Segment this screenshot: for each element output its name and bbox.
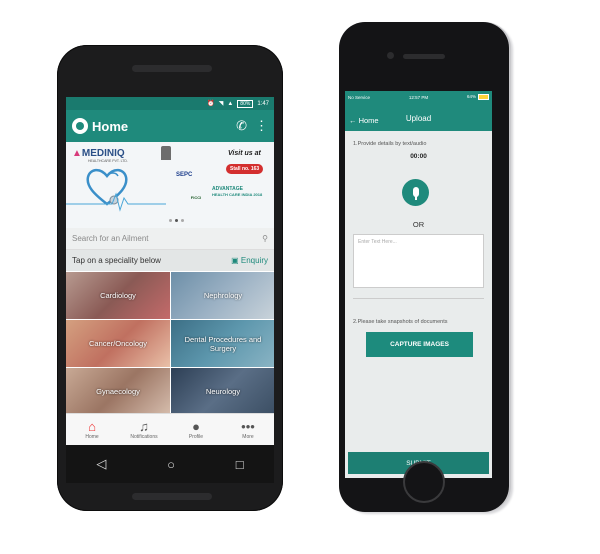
tile-label: Gynaecology	[96, 387, 140, 396]
nav-label: Notifications	[130, 434, 158, 440]
signal-icon: ▲	[227, 100, 234, 107]
battery-percent: 64%	[466, 94, 476, 100]
tile-label: Cancer/Oncology	[89, 339, 147, 348]
iphone-nav-bar: ← Home Upload	[345, 103, 492, 131]
step1-label: 1.Provide details by text/audio	[353, 141, 427, 147]
page-title: Home	[92, 118, 129, 134]
profile-icon: ●	[192, 419, 200, 434]
android-status-bar: ⏰ ◥ ▲ 80% 1:47	[66, 97, 274, 110]
sepc-logo: SEPC	[176, 172, 193, 178]
tile-label: Cardiology	[100, 291, 136, 300]
wifi-icon: ◥	[218, 101, 224, 107]
iphone-screen: No Service 12:57 PM 64% ← Home Upload 1.…	[345, 91, 492, 478]
microphone-icon	[412, 186, 419, 197]
front-camera	[387, 52, 394, 59]
nav-profile[interactable]: ● Profile	[170, 414, 222, 446]
android-phone: ⏰ ◥ ▲ 80% 1:47 Home ✆ ⋮ ▲MEDINIQ HEALTHC…	[57, 45, 283, 511]
nav-label: Profile	[188, 434, 204, 440]
earpiece	[403, 54, 445, 59]
tile-label: Nephrology	[203, 291, 243, 300]
ailment-search-input[interactable]: Search for an Ailment ⚲	[66, 228, 274, 250]
iphone-status-bar: No Service 12:57 PM 64%	[345, 91, 492, 103]
speciality-tile-dental[interactable]: Dental Procedures and Surgery	[171, 320, 274, 367]
speciality-tile-oncology[interactable]: Cancer/Oncology	[66, 320, 170, 367]
android-screen: ⏰ ◥ ▲ 80% 1:47 Home ✆ ⋮ ▲MEDINIQ HEALTHC…	[66, 97, 274, 483]
enquiry-icon: ▣	[231, 256, 239, 265]
upload-title: Upload	[405, 114, 432, 123]
system-navigation: ◁ ○ □	[66, 445, 274, 483]
banner-stall-badge: Stall no. 163	[226, 164, 264, 174]
home-circle-icon[interactable]: ○	[167, 457, 175, 472]
section-divider	[353, 298, 484, 299]
tile-label: Neurology	[205, 387, 241, 396]
ecg-line-icon	[66, 192, 166, 212]
banner-visit-text: Visit us at	[228, 150, 261, 157]
advantage-sub: HEALTH CARE INDIA 2018	[212, 192, 263, 197]
speciality-tile-gynaecology[interactable]: Gynaecology	[66, 368, 170, 415]
advantage-logo: ADVANTAGE HEALTH CARE INDIA 2018	[212, 186, 262, 198]
search-placeholder: Search for an Ailment	[72, 234, 149, 243]
phone-call-icon[interactable]: ✆	[236, 118, 247, 134]
nav-home[interactable]: ⌂ Home	[66, 414, 118, 446]
speciality-tile-neurology[interactable]: Neurology	[171, 368, 274, 415]
step2-label: 2.Please take snapshots of documents	[353, 319, 448, 325]
banner-brand: ▲MEDINIQ	[72, 148, 125, 159]
iphone-time: 12:57 PM	[408, 94, 429, 100]
battery-icon	[477, 94, 489, 100]
capture-images-button[interactable]: CAPTURE IMAGES	[366, 332, 473, 357]
nav-more[interactable]: ••• More	[222, 414, 274, 446]
carrier-text: No Service	[348, 94, 371, 100]
android-app-bar: Home ✆ ⋮	[66, 110, 274, 142]
battery-group: 64%	[467, 94, 489, 100]
banner-brand-sub: HEALTHCARE PVT. LTD.	[88, 159, 128, 163]
more-icon: •••	[241, 419, 255, 434]
promo-banner[interactable]: ▲MEDINIQ HEALTHCARE PVT. LTD. SEPC FICCI…	[66, 142, 274, 228]
banner-pagination	[169, 219, 184, 222]
speciality-grid: Cardiology Nephrology Cancer/Oncology De…	[66, 272, 274, 415]
pagination-dot[interactable]	[181, 219, 184, 222]
tile-label: Dental Procedures and Surgery	[184, 334, 262, 353]
record-audio-button[interactable]	[402, 179, 429, 206]
iphone: No Service 12:57 PM 64% ← Home Upload 1.…	[339, 22, 509, 512]
bell-icon: ♫	[139, 419, 149, 434]
speciality-prompt: Tap on a speciality below	[72, 256, 161, 265]
speciality-tile-cardiology[interactable]: Cardiology	[66, 272, 170, 319]
nav-label: More	[242, 434, 254, 440]
nav-notifications[interactable]: ♫ Notifications	[118, 414, 170, 446]
enquiry-button[interactable]: ▣ Enquiry	[231, 256, 268, 265]
overflow-menu-icon[interactable]: ⋮	[255, 118, 268, 134]
pagination-dot[interactable]	[169, 219, 172, 222]
android-bottom-speaker	[132, 493, 212, 500]
search-icon[interactable]: ⚲	[262, 234, 268, 243]
status-time: 1:47	[257, 100, 269, 107]
text-placeholder: Enter Text Here...	[358, 239, 397, 245]
home-button[interactable]	[403, 461, 445, 503]
enquiry-label: Enquiry	[240, 256, 268, 265]
back-triangle-icon[interactable]: ◁	[96, 456, 106, 472]
speciality-tile-nephrology[interactable]: Nephrology	[171, 272, 274, 319]
pagination-dot-active[interactable]	[175, 219, 178, 222]
home-icon: ⌂	[88, 419, 96, 434]
android-top-speaker	[132, 65, 212, 72]
govt-emblem-icon	[161, 146, 171, 160]
alarm-icon: ⏰	[207, 101, 215, 107]
or-divider-text: OR	[412, 220, 425, 229]
details-text-input[interactable]: Enter Text Here...	[353, 234, 484, 288]
nav-label: Home	[85, 434, 99, 440]
speciality-header: Tap on a speciality below ▣ Enquiry	[66, 250, 274, 271]
app-logo-icon	[72, 118, 88, 134]
audio-timer: 00:00	[410, 153, 427, 160]
battery-indicator: 80%	[237, 99, 254, 108]
recents-square-icon[interactable]: □	[236, 457, 244, 472]
ficci-logo: FICCI	[190, 195, 202, 200]
microphone-stem	[414, 196, 417, 200]
bottom-navigation: ⌂ Home ♫ Notifications ● Profile ••• Mor…	[66, 413, 274, 446]
